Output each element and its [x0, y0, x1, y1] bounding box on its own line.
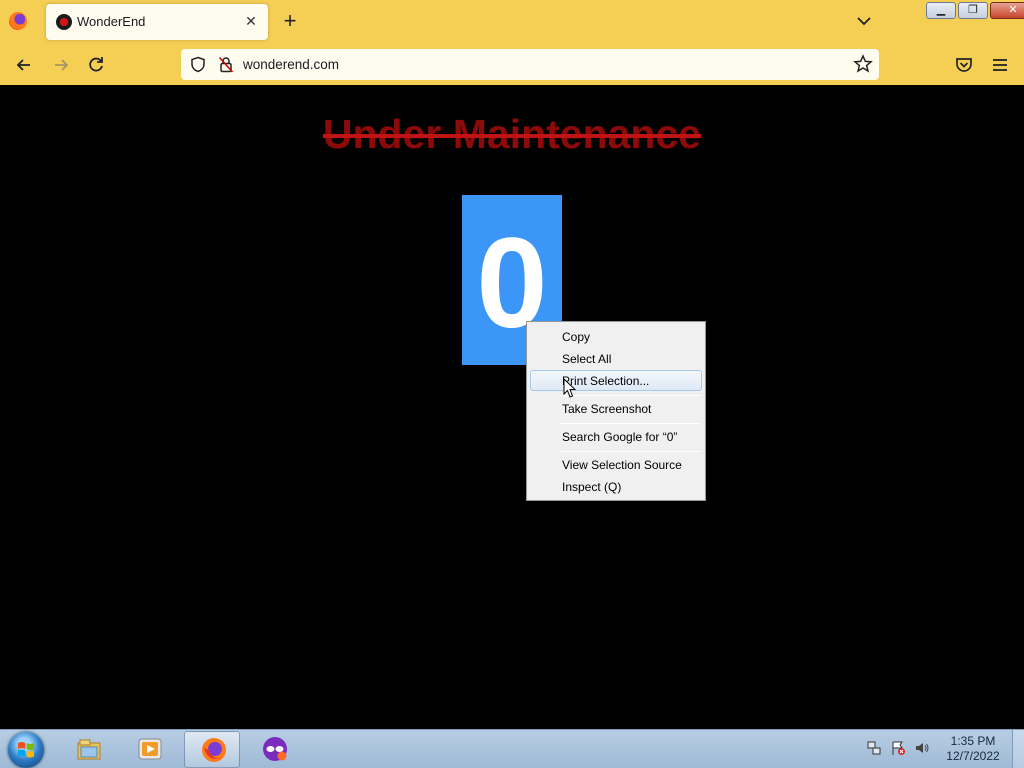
- close-window-button[interactable]: ✕: [990, 2, 1024, 19]
- list-all-tabs-icon[interactable]: [854, 11, 874, 31]
- file-explorer-icon: [77, 739, 101, 760]
- clock-time: 1:35 PM: [950, 734, 996, 748]
- system-tray: [866, 740, 930, 756]
- tab-close-icon[interactable]: ✕: [242, 12, 260, 30]
- menu-separator: [559, 451, 701, 452]
- menu-item-take-screenshot[interactable]: Take Screenshot: [530, 398, 702, 419]
- menu-item-inspect[interactable]: Inspect (Q): [530, 476, 702, 497]
- volume-icon[interactable]: [914, 740, 930, 756]
- reload-icon: [89, 57, 103, 72]
- pocket-icon[interactable]: [954, 55, 974, 75]
- menu-item-search-google[interactable]: Search Google for “0”: [530, 426, 702, 447]
- back-button[interactable]: [11, 52, 37, 78]
- reload-button[interactable]: [83, 52, 109, 78]
- window-controls: ▁ ❐ ✕: [926, 2, 1024, 20]
- navigation-toolbar: wonderend.com: [0, 44, 1024, 85]
- clock-date: 12/7/2022: [946, 749, 1000, 763]
- tab-strip: WonderEnd ✕ + ▁ ❐ ✕: [0, 0, 1024, 44]
- windows-logo-icon: [18, 742, 34, 758]
- address-bar[interactable]: wonderend.com: [181, 49, 879, 80]
- restore-button[interactable]: ❐: [958, 2, 988, 19]
- new-tab-button[interactable]: +: [278, 9, 302, 33]
- menu-item-label: Search Google for “0”: [562, 430, 678, 444]
- network-icon[interactable]: [866, 740, 882, 756]
- context-menu: Copy Select All Print Selection... Take …: [526, 321, 706, 501]
- tab-title: WonderEnd: [77, 14, 146, 29]
- action-center-flag-icon[interactable]: [890, 740, 906, 756]
- hamburger-menu-icon[interactable]: [990, 55, 1010, 75]
- menu-item-label: Inspect (Q): [562, 480, 622, 494]
- page-content: Under Maintenance 0: [0, 85, 1024, 729]
- menu-item-copy[interactable]: Copy: [530, 326, 702, 347]
- mouse-cursor-icon: [563, 378, 577, 398]
- menu-item-label: Take Screenshot: [562, 402, 652, 416]
- menu-separator: [559, 395, 701, 396]
- page-headline: Under Maintenance: [322, 111, 702, 157]
- minimize-button[interactable]: ▁: [926, 2, 956, 19]
- site-favicon-icon: [56, 14, 72, 30]
- tab-wonderend[interactable]: WonderEnd ✕: [46, 4, 268, 40]
- menu-item-label: View Selection Source: [562, 458, 682, 472]
- taskbar-file-explorer[interactable]: [60, 731, 116, 768]
- menu-item-label: Copy: [562, 330, 591, 344]
- tracking-protection-shield-icon[interactable]: [190, 56, 206, 73]
- insecure-lock-icon[interactable]: [218, 56, 234, 73]
- private-browsing-icon: [263, 737, 287, 761]
- taskbar-firefox[interactable]: [184, 731, 240, 768]
- firefox-icon: [202, 738, 226, 762]
- start-button[interactable]: [8, 732, 44, 768]
- menu-separator: [559, 423, 701, 424]
- firefox-view-icon[interactable]: [9, 12, 27, 30]
- taskbar-private-browsing[interactable]: [246, 731, 302, 768]
- bookmark-star-icon[interactable]: [853, 54, 873, 74]
- menu-item-print-selection[interactable]: Print Selection...: [530, 370, 702, 391]
- url-text[interactable]: wonderend.com: [243, 57, 339, 72]
- back-arrow-icon: [16, 59, 30, 71]
- taskbar-clock[interactable]: 1:35 PM 12/7/2022: [940, 734, 1006, 764]
- forward-arrow-icon: [55, 59, 69, 71]
- menu-item-view-selection-source[interactable]: View Selection Source: [530, 454, 702, 475]
- taskbar: 1:35 PM 12/7/2022: [0, 729, 1024, 768]
- menu-item-select-all[interactable]: Select All: [530, 348, 702, 369]
- taskbar-media-player[interactable]: [121, 731, 177, 768]
- menu-item-label: Select All: [562, 352, 612, 366]
- forward-button[interactable]: [48, 52, 74, 78]
- media-player-icon: [138, 738, 162, 760]
- show-desktop-button[interactable]: [1012, 730, 1024, 768]
